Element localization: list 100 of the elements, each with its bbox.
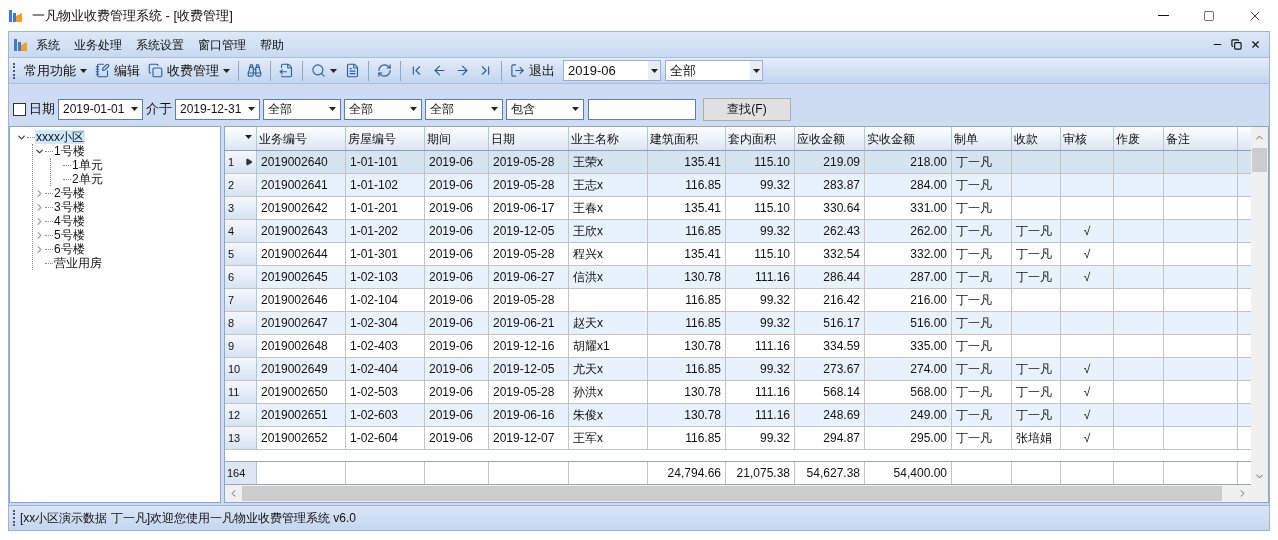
toolbar-menu-button[interactable]: 收费管理 <box>144 58 234 83</box>
menu-item[interactable]: 帮助 <box>253 35 291 54</box>
column-header[interactable]: 应收金额 <box>795 127 865 150</box>
table-row[interactable]: 10 2019002649 1-02-404 2019-06 2019-12-05 尤天x 116.85 99.32 273.67 274.00 丁一凡 丁一凡 √ <box>225 358 1251 381</box>
menu-item[interactable]: 系统 <box>29 35 67 54</box>
table-cell: √ <box>1061 358 1114 380</box>
table-cell: 115.10 <box>726 243 795 265</box>
dropdown-value: 2019-06 <box>568 61 616 80</box>
table-cell: 2019-05-28 <box>489 151 569 173</box>
column-header[interactable]: 期间 <box>425 127 489 150</box>
column-header[interactable]: 业务编号 <box>257 127 346 150</box>
row-number: 4 <box>225 220 257 242</box>
table-cell: 王荣x <box>569 151 648 173</box>
toolbar-button[interactable]: 退出 <box>506 58 559 83</box>
table-cell: 335.00 <box>865 335 952 357</box>
column-header[interactable]: 收款 <box>1012 127 1061 150</box>
table-cell: 284.00 <box>865 174 952 196</box>
table-cell: 286.44 <box>795 266 865 288</box>
dropdown[interactable]: 包含 <box>506 98 584 120</box>
table-cell: 1-02-503 <box>346 381 425 403</box>
table-cell: 294.87 <box>795 427 865 449</box>
table-cell: 135.41 <box>648 197 726 219</box>
tree-item[interactable]: 4号楼 <box>53 214 86 228</box>
table-cell: 1-02-604 <box>346 427 425 449</box>
table-cell: 21,075.38 <box>726 462 795 484</box>
column-header[interactable]: 套内面积 <box>726 127 795 150</box>
dropdown[interactable]: 全部 <box>344 98 422 120</box>
table-row[interactable]: 11 2019002650 1-02-503 2019-06 2019-05-28 孙洪x 130.78 111.16 568.14 568.00 丁一凡 丁一凡 √ <box>225 381 1251 404</box>
column-header[interactable]: 业主名称 <box>569 127 648 150</box>
table-cell: 111.16 <box>726 381 795 403</box>
table-cell: 216.42 <box>795 289 865 311</box>
dropdown[interactable]: 全部 <box>263 98 341 120</box>
column-header[interactable]: 房屋编号 <box>346 127 425 150</box>
table-row[interactable]: 4 2019002643 1-01-202 2019-06 2019-12-05 王欣x 116.85 99.32 262.43 262.00 丁一凡 丁一凡 √ <box>225 220 1251 243</box>
table-cell: 1-01-102 <box>346 174 425 196</box>
tree-item[interactable]: xxxx小区 <box>35 130 85 144</box>
column-header[interactable]: 审核 <box>1061 127 1114 150</box>
dropdown[interactable]: 2019-12-31 <box>175 98 260 120</box>
dropdown-value: 全部 <box>670 61 696 80</box>
table-cell: 丁一凡 <box>1012 243 1061 265</box>
table-cell: 1-01-201 <box>346 197 425 219</box>
tree-item[interactable]: 1单元 <box>71 158 104 172</box>
column-header[interactable]: 作废 <box>1114 127 1164 150</box>
table-cell: 丁一凡 <box>1012 266 1061 288</box>
table-row[interactable]: 13 2019002652 1-02-604 2019-06 2019-12-07 王军x 116.85 99.32 294.87 295.00 丁一凡 张培娟 √ <box>225 427 1251 450</box>
tree-item[interactable]: 6号楼 <box>53 242 86 256</box>
table-cell: 2019002646 <box>257 289 346 311</box>
table-row[interactable]: 8 2019002647 1-02-304 2019-06 2019-06-21 赵天x 116.85 99.32 516.17 516.00 丁一凡 <box>225 312 1251 335</box>
column-header[interactable]: 备注 <box>1164 127 1238 150</box>
table-cell: 516.00 <box>865 312 952 334</box>
tree-item[interactable]: 营业用房 <box>53 256 103 270</box>
menu-item[interactable]: 业务处理 <box>67 35 129 54</box>
table-cell: 2019-05-28 <box>489 243 569 265</box>
toolbar-button[interactable]: 编辑 <box>91 58 144 83</box>
table-row[interactable]: 12 2019002651 1-02-603 2019-06 2019-06-16 朱俊x 130.78 111.16 248.69 249.00 丁一凡 丁一凡 √ <box>225 404 1251 427</box>
tree-item[interactable]: 5号楼 <box>53 228 86 242</box>
table-cell: 1-02-404 <box>346 358 425 380</box>
table-row[interactable]: 9 2019002648 1-02-403 2019-06 2019-12-16 胡耀x1 130.78 111.16 334.59 335.00 丁一凡 <box>225 335 1251 358</box>
column-header[interactable]: 日期 <box>489 127 569 150</box>
table-row[interactable]: 3 2019002642 1-01-201 2019-06 2019-06-17 王春x 135.41 115.10 330.64 331.00 丁一凡 <box>225 197 1251 220</box>
column-header[interactable]: 制单 <box>952 127 1012 150</box>
dropdown[interactable]: 全部 <box>665 60 763 81</box>
table-cell: 丁一凡 <box>952 197 1012 219</box>
table-cell: 丁一凡 <box>952 243 1012 265</box>
table-cell: 248.69 <box>795 404 865 426</box>
dropdown[interactable]: 2019-01-01 <box>58 98 143 120</box>
tree-item[interactable]: 1号楼 <box>53 144 86 158</box>
table-cell: 2019-06 <box>425 312 489 334</box>
table-cell: √ <box>1061 404 1114 426</box>
tree-item[interactable]: 2单元 <box>71 172 104 186</box>
tree-item[interactable]: 2号楼 <box>53 186 86 200</box>
column-header[interactable]: 实收金额 <box>865 127 952 150</box>
table-row[interactable]: 6 2019002645 1-02-103 2019-06 2019-06-27 信洪x 130.78 111.16 286.44 287.00 丁一凡 丁一凡 √ <box>225 266 1251 289</box>
table-row[interactable]: 2 2019002641 1-01-102 2019-06 2019-05-28 王志x 116.85 99.32 283.87 284.00 丁一凡 <box>225 174 1251 197</box>
table-row[interactable]: 5 2019002644 1-01-301 2019-06 2019-05-28 程兴x 135.41 115.10 332.54 332.00 丁一凡 丁一凡 √ <box>225 243 1251 266</box>
table-cell: 1-01-301 <box>346 243 425 265</box>
row-number: 9 <box>225 335 257 357</box>
table-cell: 赵天x <box>569 312 648 334</box>
table-cell: 程兴x <box>569 243 648 265</box>
dropdown[interactable]: 2019-06 <box>563 60 661 81</box>
dropdown-value: 全部 <box>430 101 454 118</box>
table-cell: 116.85 <box>648 312 726 334</box>
search-button[interactable]: 查找(F) <box>703 97 791 121</box>
toolbar-menu-button[interactable]: 常用功能 <box>20 58 91 83</box>
table-cell: 115.10 <box>726 197 795 219</box>
table-cell: 2019-06 <box>425 358 489 380</box>
menu-item[interactable]: 窗口管理 <box>191 35 253 54</box>
table-cell: 111.16 <box>726 404 795 426</box>
column-header[interactable]: 建筑面积 <box>648 127 726 150</box>
table-cell: 111.16 <box>726 266 795 288</box>
dropdown[interactable]: 全部 <box>425 98 503 120</box>
tree-item[interactable]: 3号楼 <box>53 200 86 214</box>
table-cell: 262.00 <box>865 220 952 242</box>
menu-item[interactable]: 系统设置 <box>129 35 191 54</box>
table-row[interactable]: 7 2019002646 1-02-104 2019-06 2019-05-28 116.85 99.32 216.42 216.00 丁一凡 <box>225 289 1251 312</box>
table-cell: 信洪x <box>569 266 648 288</box>
table-cell: 丁一凡 <box>1012 220 1061 242</box>
table-cell: 2019-06 <box>425 174 489 196</box>
table-row[interactable]: 1 2019002640 1-01-101 2019-06 2019-05-28 王荣x 135.41 115.10 219.09 218.00 丁一凡 <box>225 151 1251 174</box>
table-cell: 尤天x <box>569 358 648 380</box>
